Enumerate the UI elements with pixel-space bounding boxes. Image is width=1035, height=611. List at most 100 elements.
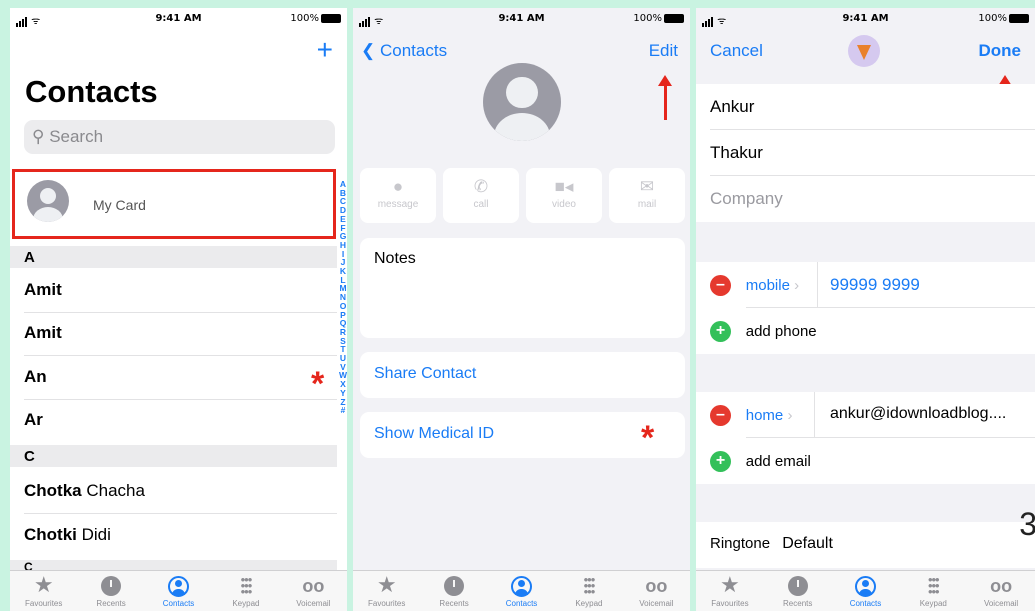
tab-keypad[interactable]: ••• ••• ••• Keypad <box>212 571 279 611</box>
tab-label: Favourites <box>711 599 749 608</box>
keypad-icon: ••• ••• ••• <box>583 572 596 600</box>
phone-row: – mobile › 99999 9999 <box>696 262 1035 308</box>
share-contact-label: Share Contact <box>374 365 477 382</box>
add-phone-icon: + <box>710 321 731 343</box>
add-contact-button[interactable]: + <box>317 34 333 66</box>
avatar[interactable] <box>848 35 880 67</box>
list-item[interactable]: An <box>24 357 337 400</box>
pizza-icon <box>857 44 871 60</box>
email-input[interactable]: ankur@idownloadblog.... <box>830 405 1006 423</box>
tab-favourites[interactable]: ★ Favourites <box>696 571 764 611</box>
email-label-selector[interactable]: home › <box>746 407 793 424</box>
phone-icon: ✆ <box>473 177 489 196</box>
contact-first-name: Amit <box>24 323 62 342</box>
tab-label: Contacts <box>505 599 538 608</box>
contact-first-name: Chotki <box>24 525 77 544</box>
alphabet-index[interactable]: A B C D E F G H I J K L M N O P Q R S T U V W X Y Z # <box>339 180 347 415</box>
my-card[interactable]: My Card <box>12 169 336 239</box>
avatar <box>483 63 561 141</box>
company-field[interactable]: Company <box>696 176 1035 222</box>
highlight-asterisk: * <box>311 365 325 403</box>
contact-last-name: Didi <box>76 525 111 544</box>
tab-label: Keypad <box>919 599 947 608</box>
ringtone-label: Ringtone <box>710 535 771 552</box>
first-name-field[interactable]: Ankur <box>696 84 1035 130</box>
action-label: mail <box>637 199 657 210</box>
mail-button[interactable]: ✉ mail <box>609 168 685 223</box>
tab-favourites[interactable]: ★ Favourites <box>10 571 77 611</box>
message-button[interactable]: ● message <box>360 168 436 223</box>
tab-contacts[interactable]: Contacts <box>832 571 900 611</box>
tab-voicemail[interactable]: oo Voicemail <box>280 571 347 611</box>
search-input[interactable]: ⚲ Search <box>24 120 335 154</box>
show-medical-id-button[interactable]: Show Medical ID <box>360 412 685 458</box>
my-card-label: My Card <box>93 197 146 213</box>
list-item[interactable]: Ar <box>24 400 337 443</box>
step-number: 3 <box>1019 506 1035 542</box>
person-circle-icon <box>488 571 555 599</box>
clock-icon <box>420 571 487 599</box>
tab-contacts[interactable]: Contacts <box>145 571 212 611</box>
tab-label: Voicemail <box>983 599 1019 608</box>
tab-label: Favourites <box>368 599 406 608</box>
tab-voicemail[interactable]: oo Voicemail <box>623 571 690 611</box>
battery-icon <box>1009 13 1029 23</box>
first-name-value: Ankur <box>710 97 755 116</box>
remove-email-button[interactable]: – <box>710 405 731 427</box>
voicemail-icon: oo <box>990 576 1013 597</box>
person-circle-icon <box>145 571 212 599</box>
index-letter[interactable]: # <box>339 406 347 415</box>
notes-field[interactable]: Notes <box>360 238 685 338</box>
edit-button[interactable]: Edit <box>649 41 678 61</box>
remove-phone-button[interactable]: – <box>710 275 731 297</box>
last-name-field[interactable]: Thakur <box>696 130 1035 176</box>
list-item[interactable]: Amit <box>24 270 337 313</box>
tab-label: Voicemail <box>296 599 331 608</box>
list-item[interactable]: Chotka Chacha <box>24 471 337 514</box>
tab-contacts[interactable]: Contacts <box>488 571 555 611</box>
search-placeholder: Search <box>49 127 104 146</box>
clock-icon <box>764 571 832 599</box>
tab-keypad[interactable]: ••• ••• ••• Keypad <box>899 571 967 611</box>
phone-number-input[interactable]: 99999 9999 <box>830 275 920 295</box>
tab-recents[interactable]: Recents <box>420 571 487 611</box>
list-item[interactable]: Chotki Didi <box>24 515 337 558</box>
tab-bar: ★ Favourites Recents Contacts ••• ••• ••• Ke… <box>696 570 1035 611</box>
last-name-value: Thakur <box>710 143 763 162</box>
page-title: Contacts <box>25 74 158 109</box>
quick-actions: ● message ✆ call ■◂ video ✉ mail <box>360 168 685 223</box>
list-item[interactable]: Amit <box>24 313 337 356</box>
tab-label: Keypad <box>575 599 603 608</box>
tab-keypad[interactable]: ••• ••• ••• Keypad <box>555 571 622 611</box>
tab-label: Voicemail <box>639 599 674 608</box>
phone-label: mobile <box>745 277 790 294</box>
video-button[interactable]: ■◂ video <box>526 168 602 223</box>
chevron-right-icon: › <box>787 407 793 424</box>
status-bar: ᯤ 9:41 AM 100% <box>353 8 690 30</box>
company-placeholder: Company <box>710 189 783 208</box>
battery-icon <box>321 13 341 23</box>
tab-recents[interactable]: Recents <box>764 571 832 611</box>
add-email-row[interactable]: + add email <box>696 438 1035 484</box>
phone-label-selector[interactable]: mobile › <box>746 277 799 294</box>
tab-favourites[interactable]: ★ Favourites <box>353 571 420 611</box>
tab-label: Contacts <box>849 599 882 608</box>
share-contact-button[interactable]: Share Contact <box>360 352 685 398</box>
tab-recents[interactable]: Recents <box>77 571 144 611</box>
star-icon: ★ <box>376 572 397 597</box>
tab-voicemail[interactable]: oo Voicemail <box>967 571 1035 611</box>
back-button[interactable]: ❮ Contacts <box>361 41 447 61</box>
section-header-a: A <box>10 246 337 268</box>
call-button[interactable]: ✆ call <box>443 168 519 223</box>
avatar <box>27 180 69 222</box>
divider <box>817 262 818 308</box>
add-phone-row[interactable]: + add phone <box>696 308 1035 354</box>
status-bar: ᯤ 9:41 AM 100% <box>696 8 1035 30</box>
tab-bar: ★ Favourites Recents Contacts ••• ••• ••• Ke… <box>353 570 690 611</box>
contact-detail-screen: ᯤ 9:41 AM 100% ❮ Contacts Edit ● message … <box>353 8 690 611</box>
add-email-icon: + <box>710 451 731 473</box>
cancel-button[interactable]: Cancel <box>710 41 763 61</box>
ringtone-row[interactable]: Ringtone Default <box>696 522 1035 568</box>
ringtone-value: Default <box>782 535 833 552</box>
done-button[interactable]: Done <box>979 41 1022 61</box>
